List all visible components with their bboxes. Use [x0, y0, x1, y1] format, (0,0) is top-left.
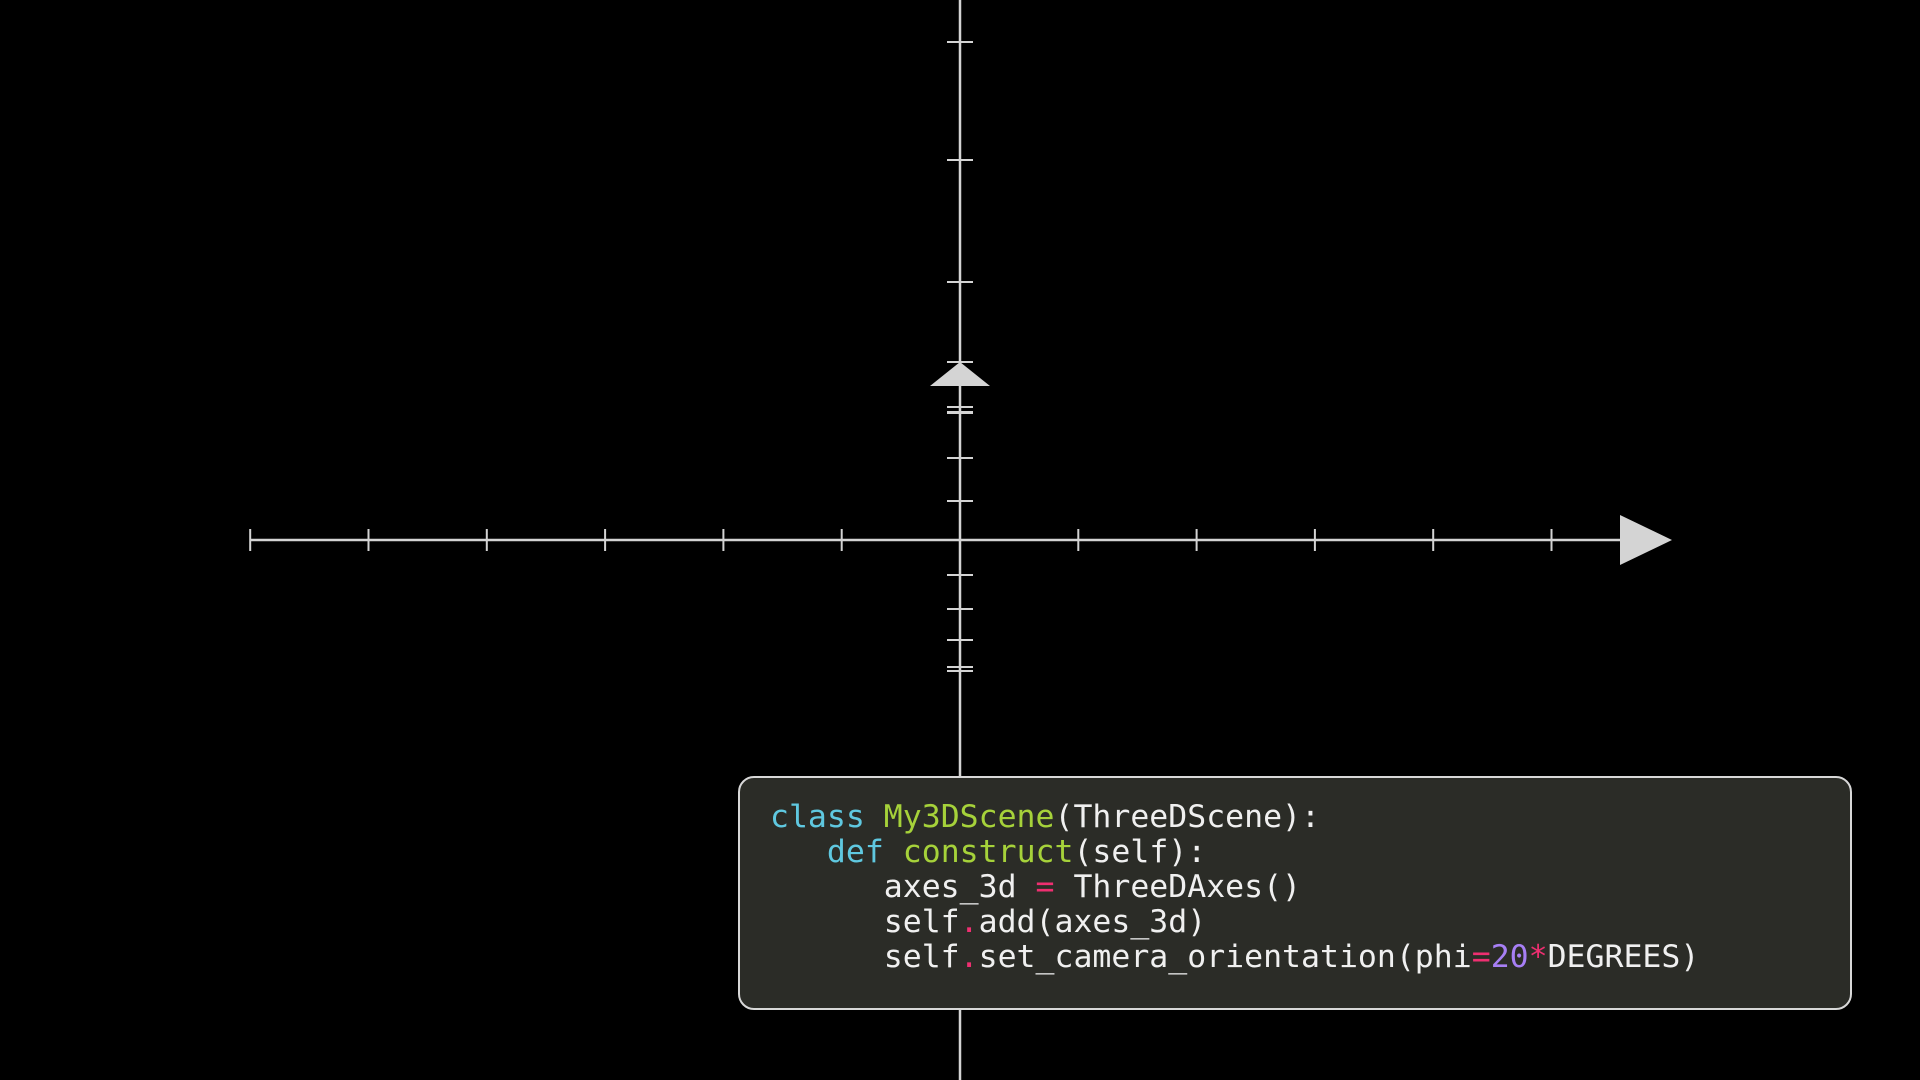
code-token: My3DScene [883, 799, 1055, 835]
code-token: def [826, 834, 884, 870]
z-axis-arrow-icon [930, 362, 990, 386]
code-line: def construct(self): [770, 835, 1699, 870]
x-axis-arrow-icon [1620, 515, 1672, 565]
code-token: self [770, 904, 960, 940]
code-token: * [1528, 939, 1548, 975]
code-block: class My3DScene(ThreeDScene): def constr… [770, 800, 1699, 975]
code-token: . [959, 939, 979, 975]
code-token: self [770, 939, 960, 975]
code-token: set_camera_orientation(phi [978, 939, 1472, 975]
code-line: class My3DScene(ThreeDScene): [770, 800, 1699, 835]
code-token: axes_3d [770, 869, 1036, 905]
code-token: . [959, 904, 979, 940]
code-token: ThreeDAxes() [1054, 869, 1302, 905]
code-token: construct [902, 834, 1074, 870]
code-token: add(axes_3d) [978, 904, 1207, 940]
code-token: 20 [1490, 939, 1529, 975]
code-panel: class My3DScene(ThreeDScene): def constr… [738, 776, 1852, 1010]
code-token: = [1471, 939, 1491, 975]
code-line: self.set_camera_orientation(phi=20*DEGRE… [770, 939, 1700, 975]
code-token: class [770, 799, 865, 835]
code-line: axes_3d = ThreeDAxes() [770, 870, 1699, 905]
code-token: (self): [1073, 834, 1207, 870]
code-token: DEGREES) [1547, 939, 1700, 975]
code-token: (ThreeDScene): [1054, 799, 1320, 835]
code-token: = [1035, 869, 1055, 905]
code-line: self.add(axes_3d) [770, 905, 1699, 940]
